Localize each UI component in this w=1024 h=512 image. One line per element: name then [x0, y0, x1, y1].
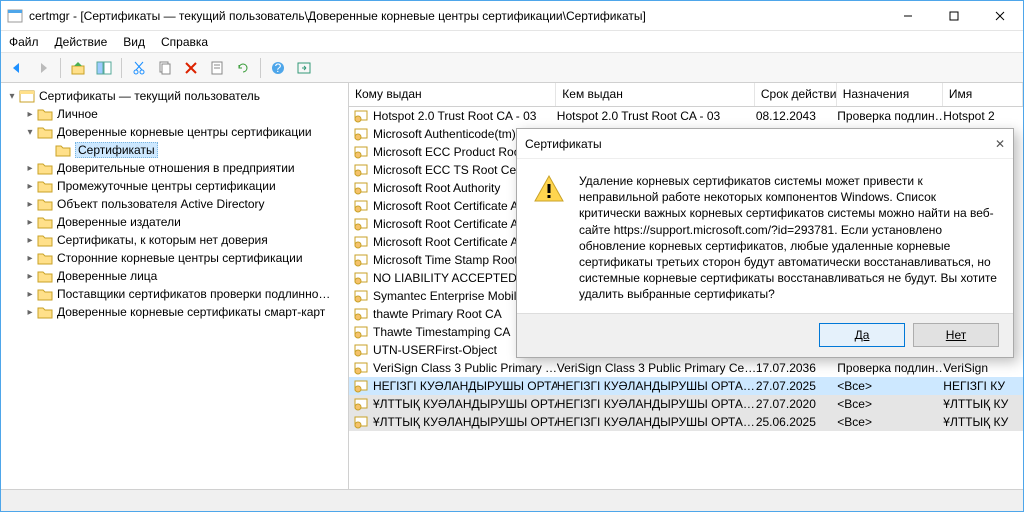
export-button[interactable] [292, 56, 316, 80]
cert-row[interactable]: VeriSign Class 3 Public Primary …VeriSig… [349, 359, 1023, 377]
tree-item[interactable]: ▸Доверенные корневые сертификаты смарт-к… [1, 303, 348, 321]
dialog-titlebar: Сертификаты ✕ [517, 129, 1013, 159]
list-header: Кому выдан Кем выдан Срок действия Назна… [349, 83, 1023, 107]
cert-row[interactable]: ҰЛТТЫҚ КУӘЛАНДЫРУШЫ ОРТА…НЕГІЗГІ КУӘЛАНД… [349, 395, 1023, 413]
back-button[interactable] [5, 56, 29, 80]
tree-item[interactable]: ▸Личное [1, 105, 348, 123]
cert-row[interactable]: НЕГІЗГІ КУӘЛАНДЫРУШЫ ОРТА…НЕГІЗГІ КУӘЛАН… [349, 377, 1023, 395]
menu-action[interactable]: Действие [55, 35, 108, 49]
menu-file[interactable]: Файл [9, 35, 39, 49]
refresh-button[interactable] [231, 56, 255, 80]
menu-help[interactable]: Справка [161, 35, 208, 49]
tree-item[interactable]: ▸Доверительные отношения в предприятии [1, 159, 348, 177]
titlebar: certmgr - [Сертификаты — текущий пользов… [1, 1, 1023, 31]
toolbar-sep [260, 58, 261, 78]
statusbar [1, 489, 1023, 511]
dialog-text: Удаление корневых сертификатов системы м… [579, 173, 997, 303]
tree-item[interactable]: Сертификаты [1, 141, 348, 159]
show-hide-tree-button[interactable] [92, 56, 116, 80]
col-purpose[interactable]: Назначения [837, 83, 943, 106]
dialog-close-button[interactable]: ✕ [975, 137, 1005, 151]
menu-view[interactable]: Вид [123, 35, 145, 49]
cert-row[interactable]: Hotspot 2.0 Trust Root CA - 03Hotspot 2.… [349, 107, 1023, 125]
tree-item[interactable]: ▸Сертификаты, к которым нет доверия [1, 231, 348, 249]
confirm-dialog: Сертификаты ✕ Удаление корневых сертифик… [516, 128, 1014, 358]
toolbar: ? [1, 53, 1023, 83]
col-name[interactable]: Имя [943, 83, 1023, 106]
delete-button[interactable] [179, 56, 203, 80]
tree-item[interactable]: ▸Сторонние корневые центры сертификации [1, 249, 348, 267]
warning-icon [533, 173, 565, 205]
cert-row[interactable]: ҰЛТТЫҚ КУӘЛАНДЫРУШЫ ОРТА…НЕГІЗГІ КУӘЛАНД… [349, 413, 1023, 431]
tree-item[interactable]: ▸Поставщики сертификатов проверки подлин… [1, 285, 348, 303]
close-button[interactable] [977, 1, 1023, 31]
dialog-yes-button[interactable]: Да [819, 323, 905, 347]
tree-item[interactable]: ▸Доверенные издатели [1, 213, 348, 231]
minimize-button[interactable] [885, 1, 931, 31]
cut-button[interactable] [127, 56, 151, 80]
col-issued-by[interactable]: Кем выдан [556, 83, 755, 106]
col-expires[interactable]: Срок действия [755, 83, 837, 106]
dialog-title: Сертификаты [525, 137, 975, 151]
tree-item[interactable]: ▸Доверенные лица [1, 267, 348, 285]
tree-item[interactable]: ▸Промежуточные центры сертификации [1, 177, 348, 195]
dialog-no-button[interactable]: Нет [913, 323, 999, 347]
toolbar-sep [121, 58, 122, 78]
tree-item[interactable]: ▸Объект пользователя Active Directory [1, 195, 348, 213]
toolbar-sep [60, 58, 61, 78]
tree-item[interactable]: ▾Доверенные корневые центры сертификации [1, 123, 348, 141]
up-button[interactable] [66, 56, 90, 80]
svg-text:?: ? [275, 61, 282, 75]
properties-button[interactable] [205, 56, 229, 80]
tree-root[interactable]: ▾Сертификаты — текущий пользователь [1, 87, 348, 105]
window-title: certmgr - [Сертификаты — текущий пользов… [29, 9, 885, 23]
app-icon [7, 8, 23, 24]
cert-store-icon [19, 88, 35, 104]
help-button[interactable]: ? [266, 56, 290, 80]
forward-button[interactable] [31, 56, 55, 80]
menubar: Файл Действие Вид Справка [1, 31, 1023, 53]
copy-button[interactable] [153, 56, 177, 80]
col-issued-to[interactable]: Кому выдан [349, 83, 556, 106]
maximize-button[interactable] [931, 1, 977, 31]
tree-pane[interactable]: ▾Сертификаты — текущий пользователь ▸Лич… [1, 83, 349, 489]
